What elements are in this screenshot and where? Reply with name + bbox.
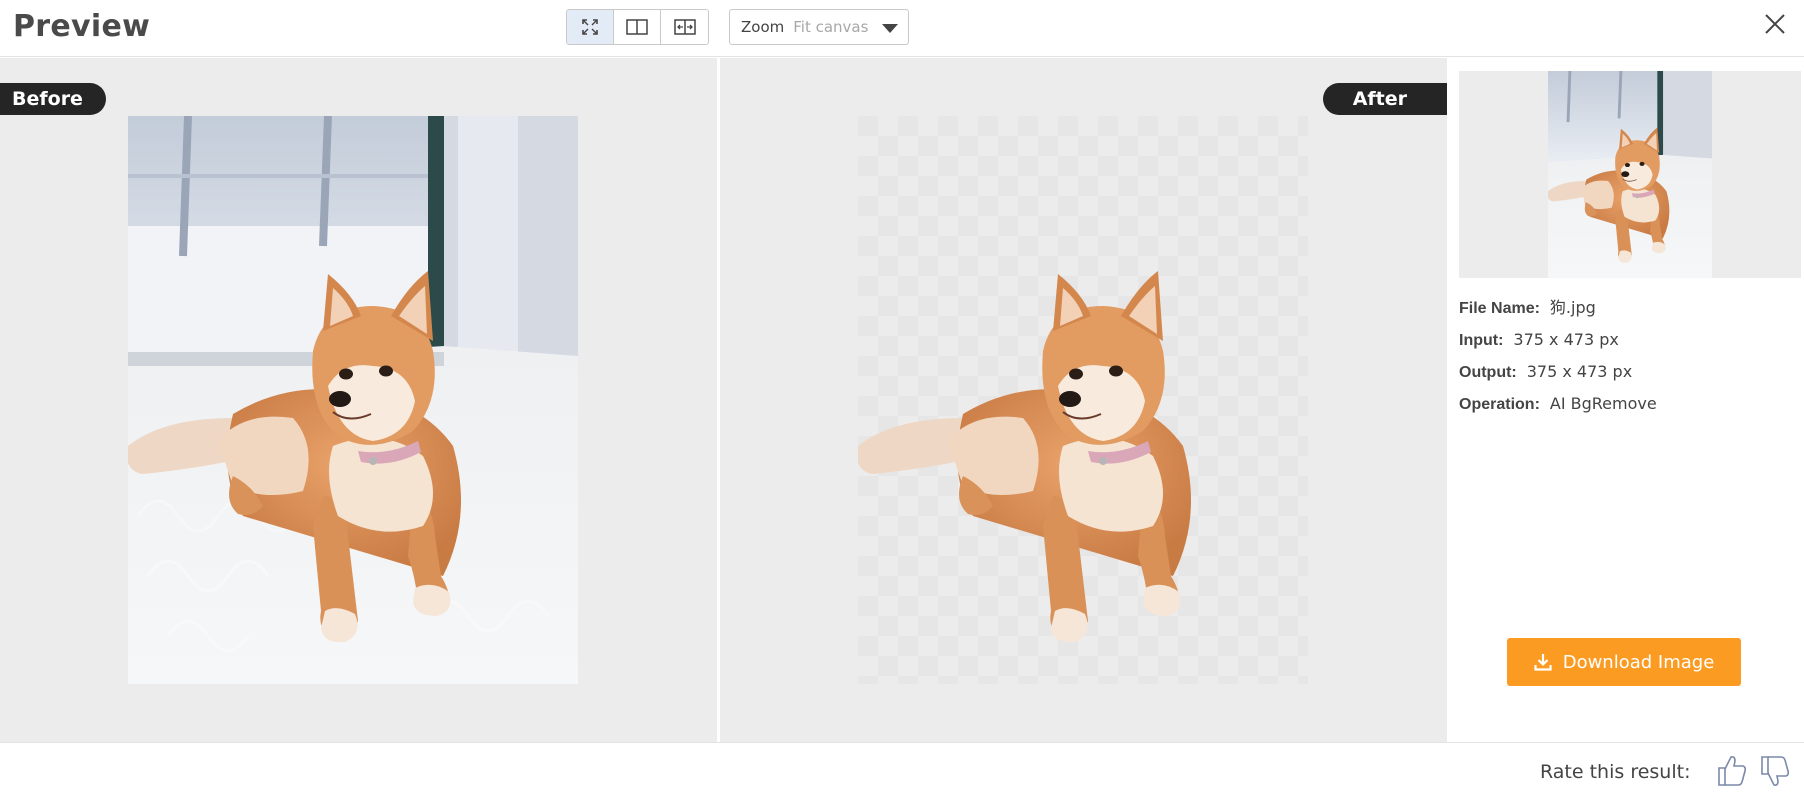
footer-bar: Rate this result:: [0, 742, 1804, 798]
view-mode-group: [566, 9, 709, 45]
operation-label: Operation:: [1459, 396, 1540, 413]
file-name-value: 狗.jpg: [1549, 298, 1596, 317]
input-size-row: Input: 375 x 473 px: [1459, 324, 1657, 356]
input-label: Input:: [1459, 332, 1504, 349]
after-badge: After: [1322, 83, 1447, 115]
compare-slider-icon: [673, 19, 696, 35]
view-fit-button[interactable]: [567, 10, 614, 44]
thumbnail-image: [1548, 71, 1712, 278]
output-label: Output:: [1459, 364, 1517, 381]
operation-row: Operation: AI BgRemove: [1459, 388, 1657, 420]
header-bar: Preview Zoom Fit canvas: [0, 0, 1804, 57]
file-info: File Name: 狗.jpg Input: 375 x 473 px Outpu…: [1459, 292, 1657, 420]
output-value: 375 x 473 px: [1526, 362, 1633, 381]
operation-value: AI BgRemove: [1549, 394, 1657, 413]
zoom-label: Zoom: [741, 18, 785, 36]
before-panel: Before: [0, 58, 717, 742]
rate-label: Rate this result:: [1540, 761, 1691, 783]
thumbs-down-icon[interactable]: [1759, 755, 1791, 789]
split-view-icon: [626, 19, 648, 35]
before-badge: Before: [0, 83, 106, 115]
page-title: Preview: [13, 9, 151, 44]
fit-expand-icon: [582, 19, 598, 35]
download-label: Download Image: [1562, 651, 1715, 673]
download-icon: [1534, 654, 1552, 671]
view-split-button[interactable]: [614, 10, 661, 44]
after-panel: After: [720, 58, 1447, 742]
thumbs-up-icon[interactable]: [1716, 753, 1748, 787]
thumbnail-frame: [1459, 71, 1801, 278]
download-image-button[interactable]: Download Image: [1507, 638, 1741, 686]
original-dog-image: [128, 116, 578, 684]
background-removed-image: [858, 116, 1308, 684]
details-panel: File Name: 狗.jpg Input: 375 x 473 px Outpu…: [1447, 58, 1804, 742]
output-size-row: Output: 375 x 473 px: [1459, 356, 1657, 388]
close-icon[interactable]: [1763, 12, 1787, 36]
input-value: 375 x 473 px: [1513, 330, 1619, 349]
view-compare-button[interactable]: [661, 10, 708, 44]
file-name-label: File Name:: [1459, 300, 1540, 317]
zoom-select[interactable]: Zoom Fit canvas: [729, 9, 909, 45]
file-name-row: File Name: 狗.jpg: [1459, 292, 1657, 324]
zoom-value: Fit canvas: [793, 18, 869, 36]
chevron-down-icon: [882, 24, 898, 33]
